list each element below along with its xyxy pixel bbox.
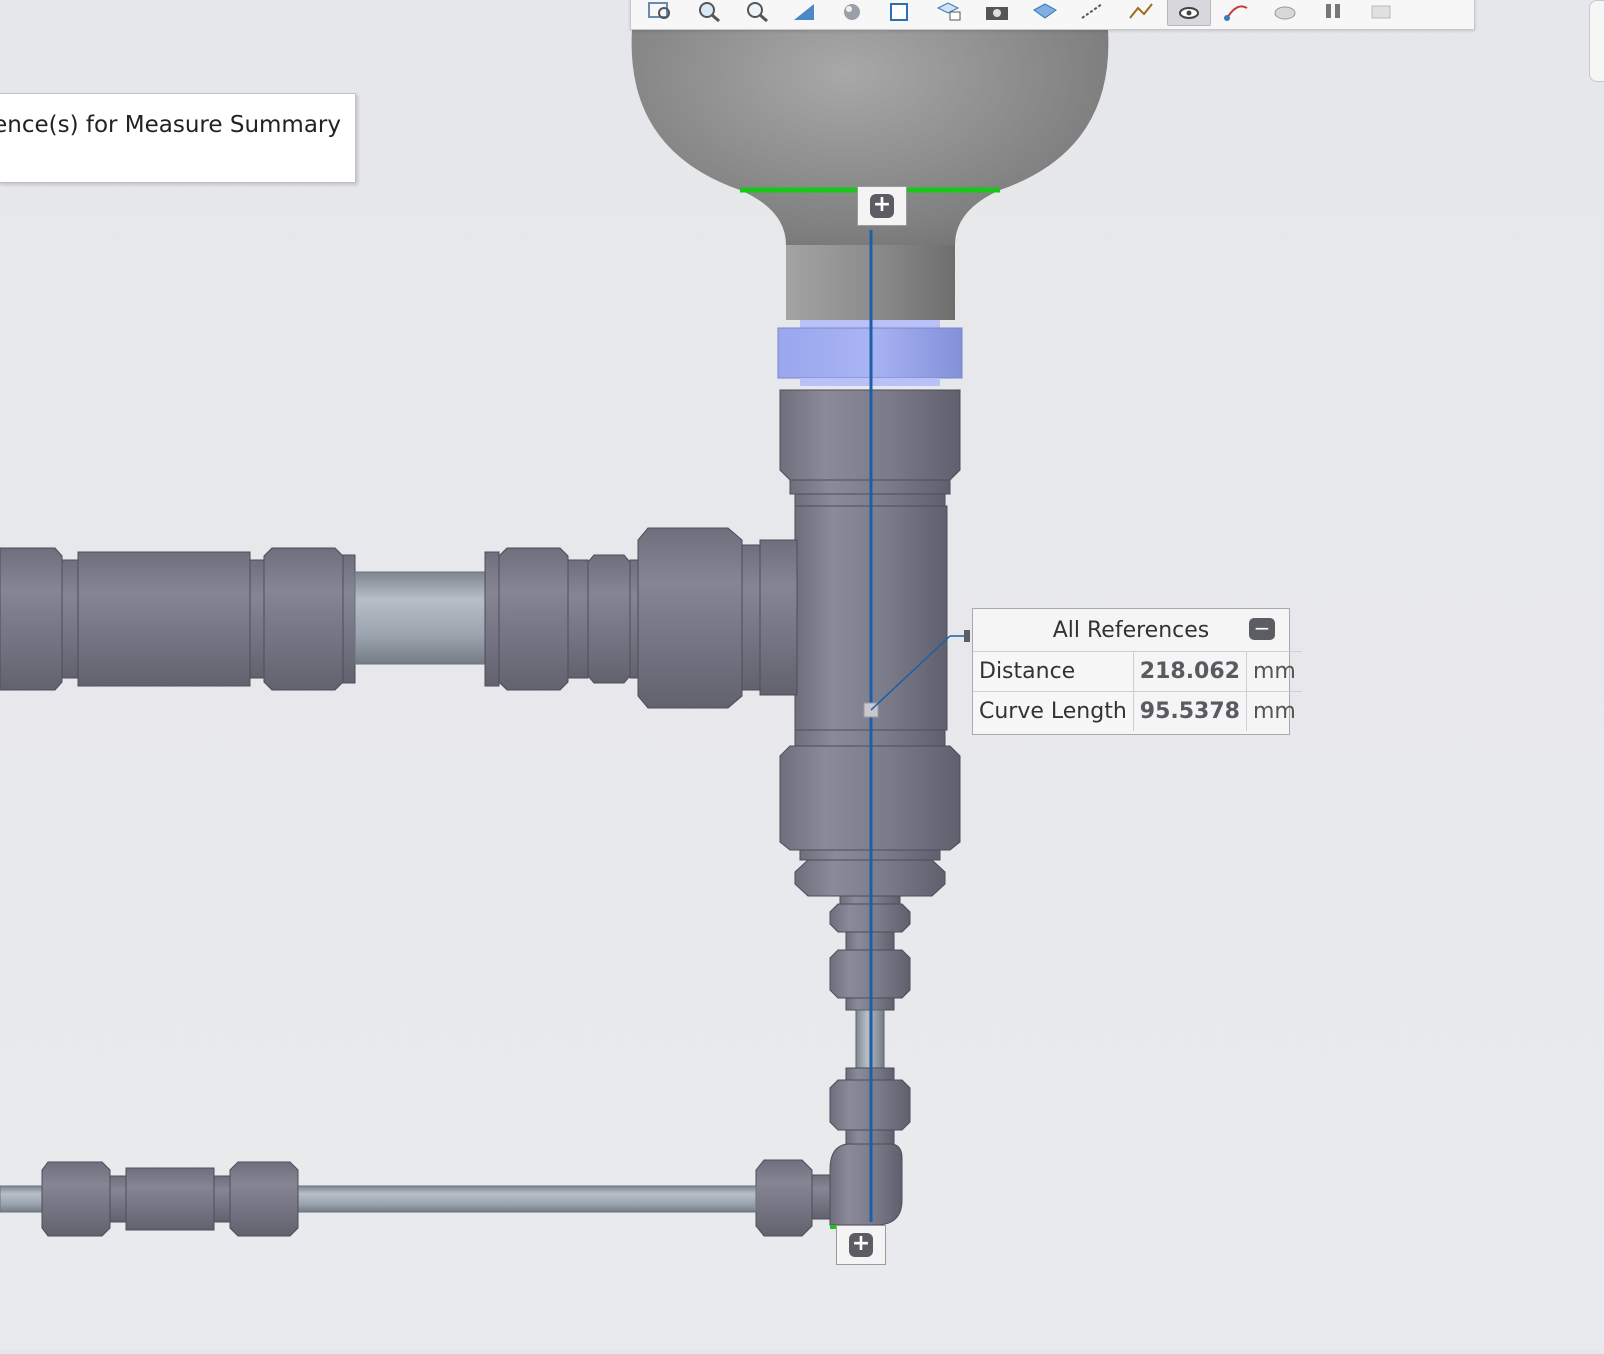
plus-icon: + [849, 1233, 873, 1257]
3d-viewport[interactable] [0, 0, 1604, 1350]
row-unit: mm [1245, 651, 1302, 692]
table-row: Distance 218.062 mm [973, 651, 1302, 692]
appearance-icon[interactable] [831, 0, 875, 26]
collapse-icon[interactable]: − [1249, 618, 1275, 640]
plus-icon: + [870, 194, 894, 218]
references-table: Distance 218.062 mm Curve Length 95.5378… [973, 651, 1302, 731]
assembly-model[interactable] [0, 0, 1604, 1350]
task-pane-tab[interactable] [1589, 0, 1604, 82]
row-label: Distance [973, 651, 1134, 692]
cloud-icon[interactable] [1263, 0, 1307, 26]
measure-handle-bottom[interactable]: + [836, 1225, 886, 1265]
section-view-icon[interactable] [783, 0, 827, 26]
hide-show-icon[interactable] [1071, 0, 1115, 26]
more-icon[interactable] [1359, 0, 1403, 26]
heads-up-view-toolbar [630, 0, 1475, 30]
table-row: Curve Length 95.5378 mm [973, 691, 1302, 731]
sketch-icon[interactable] [1119, 0, 1163, 26]
measure-handle-top[interactable]: + [857, 186, 907, 226]
elbow [829, 1143, 903, 1226]
row-label: Curve Length [973, 691, 1134, 731]
zoom-out-icon[interactable] [735, 0, 779, 26]
pause-icon[interactable] [1311, 0, 1355, 26]
references-title: All References [1052, 617, 1210, 643]
scene-icon[interactable] [1023, 0, 1067, 26]
zoom-to-fit-icon[interactable] [639, 0, 683, 26]
display-style-icon[interactable] [879, 0, 923, 26]
zoom-area-icon[interactable] [687, 0, 731, 26]
row-value: 218.062 [1132, 651, 1247, 692]
measure-message-box: erence(s) for Measure Summary [0, 93, 356, 183]
row-unit: mm [1245, 691, 1302, 731]
row-value: 95.5378 [1132, 691, 1247, 731]
route-icon[interactable] [1215, 0, 1259, 26]
view-settings-icon[interactable] [1167, 0, 1211, 26]
measure-message-text: erence(s) for Measure Summary [0, 112, 341, 138]
view-orientation-icon[interactable] [927, 0, 971, 26]
all-references-callout[interactable]: All References − Distance 218.062 mm Cur… [972, 608, 1302, 735]
camera-icon[interactable] [975, 0, 1019, 26]
